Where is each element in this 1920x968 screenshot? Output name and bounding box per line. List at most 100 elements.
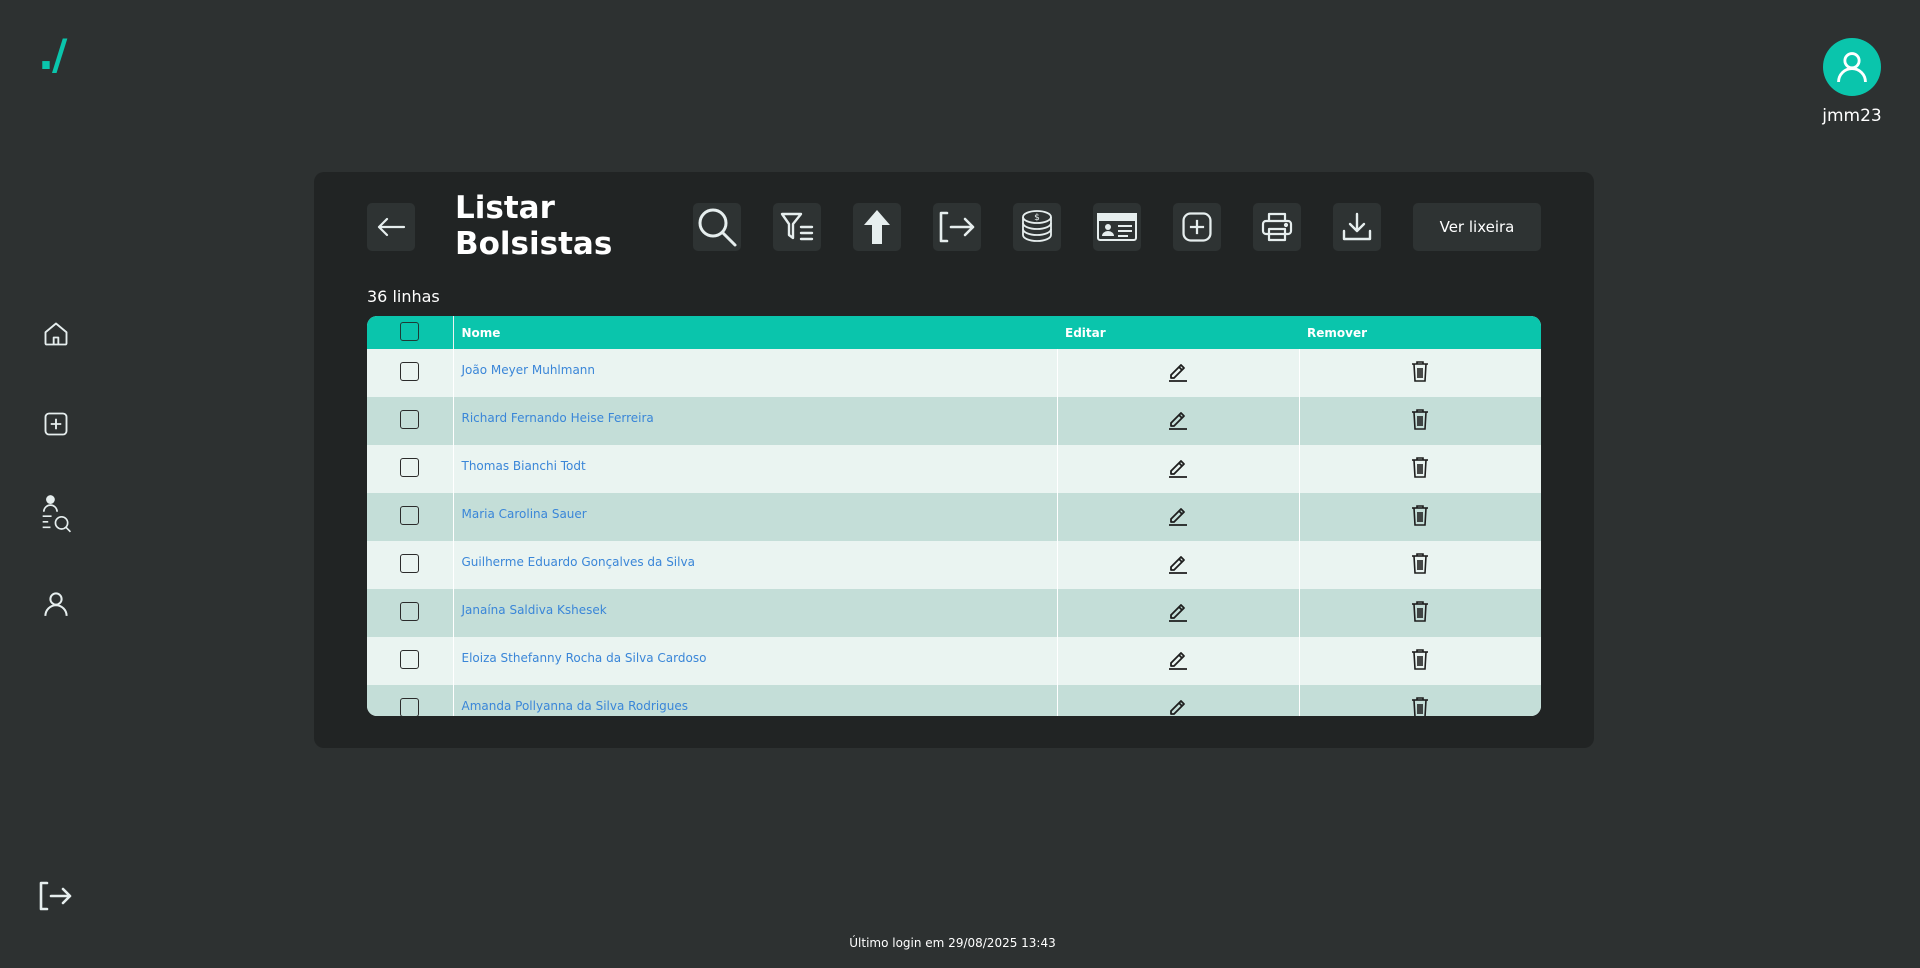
back-button[interactable]: [367, 203, 415, 251]
bolsista-name-link[interactable]: Eloiza Sthefanny Rocha da Silva Cardoso: [462, 651, 707, 665]
download-icon: [1342, 212, 1372, 241]
edit-pencil-icon[interactable]: [1167, 600, 1189, 622]
row-select-cell: [367, 589, 453, 637]
edit-cell: [1056, 493, 1299, 541]
remove-cell: [1298, 445, 1541, 493]
arrow-left-icon: [377, 217, 406, 237]
user-menu[interactable]: jmm23: [1812, 38, 1892, 126]
coins-icon: $: [1022, 210, 1052, 242]
row-count: 36 linhas: [367, 287, 440, 306]
select-all-checkbox[interactable]: [400, 321, 420, 341]
name-cell: Richard Fernando Heise Ferreira: [452, 397, 1057, 445]
column-header-remove: Remover: [1307, 325, 1368, 340]
row-select-cell: [367, 493, 453, 541]
row-select-cell: [367, 397, 453, 445]
add-button[interactable]: [1173, 203, 1221, 251]
trash-icon[interactable]: [1411, 504, 1429, 526]
edit-cell: [1056, 589, 1299, 637]
row-checkbox[interactable]: [400, 697, 420, 716]
edit-pencil-icon[interactable]: [1167, 408, 1189, 430]
table-row: Guilherme Eduardo Gonçalves da Silva: [367, 541, 1541, 589]
app-logo[interactable]: ./: [38, 30, 67, 79]
sidebar-search-user-icon[interactable]: [36, 494, 76, 534]
main-panel: Listar Bolsistas $ Ver lixeira 36 linhas…: [314, 172, 1594, 748]
download-button[interactable]: [1333, 203, 1381, 251]
sidebar-home-icon[interactable]: [36, 314, 76, 354]
edit-cell: [1056, 685, 1299, 716]
row-checkbox[interactable]: [400, 361, 420, 381]
login-arrow-icon: [939, 211, 975, 243]
arrow-up-icon: [864, 210, 890, 244]
print-button[interactable]: [1253, 203, 1301, 251]
trash-icon[interactable]: [1411, 696, 1429, 716]
id-card-button[interactable]: [1093, 203, 1141, 251]
row-checkbox[interactable]: [400, 457, 420, 477]
sidebar-logout-icon[interactable]: [36, 876, 76, 916]
name-cell: Janaína Saldiva Kshesek: [452, 589, 1057, 637]
printer-icon: [1261, 212, 1293, 242]
trash-icon[interactable]: [1411, 360, 1429, 382]
remove-cell: [1298, 685, 1541, 716]
search-button[interactable]: [693, 203, 741, 251]
last-login-status: Último login em 29/08/2025 13:43: [849, 936, 1056, 950]
filter-button[interactable]: [773, 203, 821, 251]
payments-button[interactable]: $: [1013, 203, 1061, 251]
bolsista-name-link[interactable]: Thomas Bianchi Todt: [462, 459, 586, 473]
remove-cell: [1298, 637, 1541, 685]
edit-pencil-icon[interactable]: [1167, 360, 1189, 382]
row-select-cell: [367, 445, 453, 493]
upload-button[interactable]: [853, 203, 901, 251]
row-select-cell: [367, 541, 453, 589]
edit-pencil-icon[interactable]: [1167, 648, 1189, 670]
remove-cell: [1298, 397, 1541, 445]
name-cell: Maria Carolina Sauer: [452, 493, 1057, 541]
name-cell: Amanda Pollyanna da Silva Rodrigues: [452, 685, 1057, 716]
row-checkbox[interactable]: [400, 505, 420, 525]
bolsista-name-link[interactable]: Amanda Pollyanna da Silva Rodrigues: [462, 699, 689, 713]
bolsista-name-link[interactable]: Janaína Saldiva Kshesek: [462, 603, 607, 617]
row-checkbox[interactable]: [400, 409, 420, 429]
edit-pencil-icon[interactable]: [1167, 456, 1189, 478]
name-cell: Guilherme Eduardo Gonçalves da Silva: [452, 541, 1057, 589]
remove-cell: [1298, 349, 1541, 397]
bolsista-name-link[interactable]: Guilherme Eduardo Gonçalves da Silva: [462, 555, 695, 569]
bolsista-name-link[interactable]: João Meyer Muhlmann: [462, 363, 596, 377]
view-trash-button[interactable]: Ver lixeira: [1413, 203, 1541, 251]
page-title: Listar Bolsistas: [455, 190, 613, 262]
toolbar: $: [693, 203, 1381, 251]
edit-pencil-icon[interactable]: [1167, 504, 1189, 526]
remove-cell: [1298, 589, 1541, 637]
bolsista-name-link[interactable]: Maria Carolina Sauer: [462, 507, 587, 521]
row-select-cell: [367, 685, 453, 716]
trash-icon[interactable]: [1411, 600, 1429, 622]
table-row: Janaína Saldiva Kshesek: [367, 589, 1541, 637]
remove-cell: [1298, 493, 1541, 541]
sidebar-profile-icon[interactable]: [36, 584, 76, 624]
avatar[interactable]: [1823, 38, 1881, 96]
trash-icon[interactable]: [1411, 552, 1429, 574]
name-cell: Thomas Bianchi Todt: [452, 445, 1057, 493]
edit-pencil-icon[interactable]: [1167, 696, 1189, 716]
row-checkbox[interactable]: [400, 553, 420, 573]
row-checkbox[interactable]: [400, 601, 420, 621]
select-all-cell: [367, 316, 453, 349]
row-select-cell: [367, 637, 453, 685]
data-table: Nome Editar Remover João Meyer Muhlmann R…: [367, 316, 1541, 716]
import-button[interactable]: [933, 203, 981, 251]
trash-icon[interactable]: [1411, 408, 1429, 430]
table-row: Maria Carolina Sauer: [367, 493, 1541, 541]
remove-cell: [1298, 541, 1541, 589]
column-header-name[interactable]: Nome: [452, 316, 1057, 349]
edit-cell: [1056, 637, 1299, 685]
trash-icon[interactable]: [1411, 648, 1429, 670]
row-checkbox[interactable]: [400, 649, 420, 669]
table-row: Richard Fernando Heise Ferreira: [367, 397, 1541, 445]
edit-pencil-icon[interactable]: [1167, 552, 1189, 574]
bolsista-name-link[interactable]: Richard Fernando Heise Ferreira: [462, 411, 654, 425]
name-cell: João Meyer Muhlmann: [452, 349, 1057, 397]
plus-square-icon: [1182, 212, 1212, 242]
table-row: Eloiza Sthefanny Rocha da Silva Cardoso: [367, 637, 1541, 685]
sidebar-add-icon[interactable]: [36, 404, 76, 444]
trash-icon[interactable]: [1411, 456, 1429, 478]
column-header-edit: Editar: [1065, 325, 1106, 340]
